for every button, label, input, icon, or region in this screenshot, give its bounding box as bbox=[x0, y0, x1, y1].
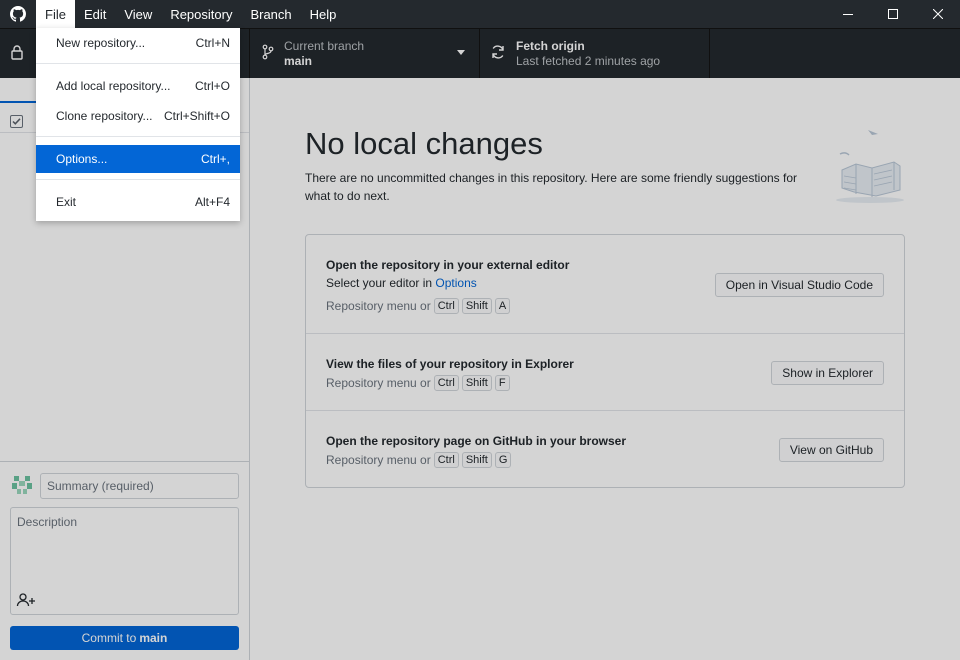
menu-view[interactable]: View bbox=[115, 0, 161, 28]
menu-item-label: Options... bbox=[56, 152, 108, 166]
menu-item-shortcut: Ctrl+N bbox=[195, 36, 230, 50]
menu-repository[interactable]: Repository bbox=[161, 0, 241, 28]
close-icon[interactable] bbox=[915, 0, 960, 28]
github-logo-icon bbox=[0, 0, 36, 28]
menu-item-shortcut: Ctrl+, bbox=[200, 152, 230, 166]
menu-item-add-local-repository[interactable]: Add local repository... Ctrl+O bbox=[36, 72, 240, 100]
menu-separator bbox=[36, 136, 240, 137]
menu-item-label: Exit bbox=[56, 195, 77, 209]
menu-item-shortcut: Alt+F4 bbox=[194, 195, 230, 209]
menu-branch[interactable]: Branch bbox=[241, 0, 300, 28]
menu-item-shortcut: Ctrl+O bbox=[194, 79, 230, 93]
menu-separator bbox=[36, 179, 240, 180]
menu-edit[interactable]: Edit bbox=[75, 0, 115, 28]
menu-item-label: Clone repository... bbox=[56, 109, 153, 123]
menu-item-label: New repository... bbox=[56, 36, 146, 50]
menu-help[interactable]: Help bbox=[301, 0, 346, 28]
menu-separator bbox=[36, 63, 240, 64]
menu-file[interactable]: File bbox=[36, 0, 75, 28]
menu-item-exit[interactable]: Exit Alt+F4 bbox=[36, 188, 240, 216]
menu-item-clone-repository[interactable]: Clone repository... Ctrl+Shift+O bbox=[36, 102, 240, 130]
menu-item-options[interactable]: Options... Ctrl+, bbox=[36, 145, 240, 173]
file-menu: New repository... Ctrl+N Add local repos… bbox=[36, 28, 240, 221]
title-bar: File Edit View Repository Branch Help bbox=[0, 0, 960, 28]
window-controls bbox=[825, 0, 960, 28]
menu-item-label: Add local repository... bbox=[56, 79, 171, 93]
menu-item-shortcut: Ctrl+Shift+O bbox=[163, 109, 230, 123]
minimize-icon[interactable] bbox=[825, 0, 870, 28]
menu-item-new-repository[interactable]: New repository... Ctrl+N bbox=[36, 29, 240, 57]
maximize-icon[interactable] bbox=[870, 0, 915, 28]
